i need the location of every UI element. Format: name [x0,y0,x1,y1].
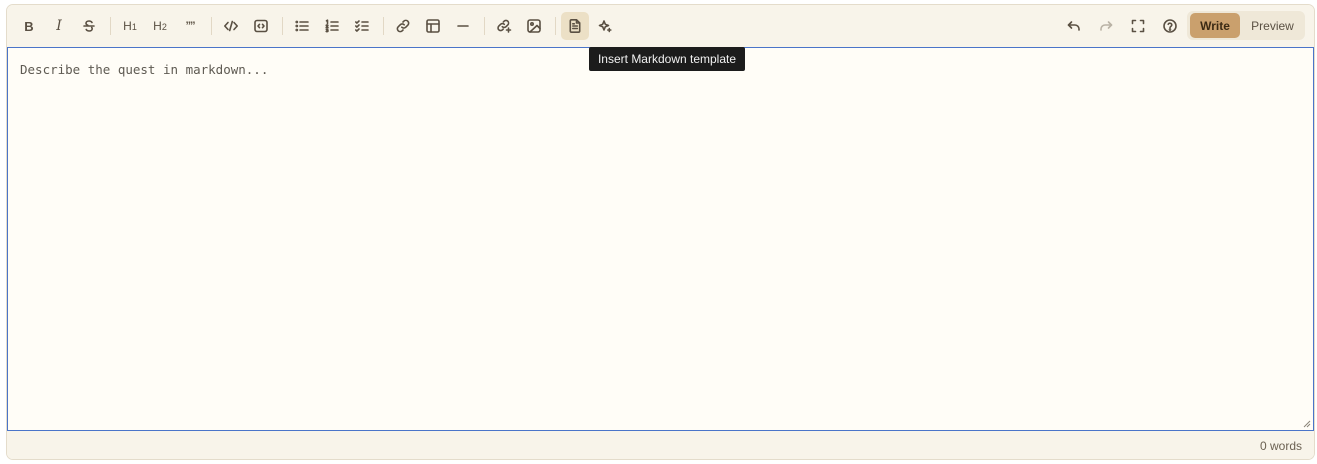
horizontal-rule-icon [457,25,469,27]
toolbar-separator [211,17,212,35]
toolbar-separator [484,17,485,35]
preview-tab[interactable]: Preview [1243,13,1302,38]
insert-template-button[interactable] [561,12,589,40]
bullet-list-icon [295,20,309,32]
italic-button[interactable]: I [45,12,73,40]
document-icon [569,19,581,33]
heading-1-icon: H1 [123,19,137,33]
help-button[interactable] [1156,12,1184,40]
toolbar-separator [282,17,283,35]
bold-button[interactable]: B [15,12,43,40]
undo-icon [1067,21,1080,31]
link-icon [396,19,410,33]
insert-link-button[interactable] [490,12,518,40]
heading-2-icon: H2 [153,19,167,33]
heading-1-button[interactable]: H1 [116,12,144,40]
fullscreen-icon [1131,19,1145,33]
redo-icon [1100,21,1113,31]
editor-toolbar: B I H1 H2 ”” Write Preview [7,5,1314,47]
word-count: 0 words [1259,439,1302,453]
horizontal-rule-button[interactable] [449,12,477,40]
resize-handle-icon[interactable] [1302,419,1311,428]
inline-code-button[interactable] [217,12,245,40]
bold-icon: B [24,18,34,34]
table-button[interactable] [419,12,447,40]
table-icon [426,19,440,33]
fullscreen-button[interactable] [1124,12,1152,40]
markdown-textarea[interactable]: Describe the quest in markdown... [7,47,1314,431]
redo-button[interactable] [1092,12,1120,40]
tooltip: Insert Markdown template [589,47,745,71]
task-list-button[interactable] [348,12,376,40]
quote-button[interactable]: ”” [176,12,204,40]
quote-icon: ”” [185,20,196,32]
link-button[interactable] [389,12,417,40]
undo-button[interactable] [1060,12,1088,40]
strikethrough-button[interactable] [75,12,103,40]
sparkles-icon [598,20,612,33]
image-icon [527,19,541,33]
toolbar-separator [555,17,556,35]
markdown-editor: B I H1 H2 ”” Write Preview Describe the … [6,4,1315,460]
bullet-list-button[interactable] [288,12,316,40]
strikethrough-icon [83,20,95,32]
help-icon [1163,19,1177,33]
task-list-icon [355,20,369,32]
textarea-placeholder: Describe the quest in markdown... [20,62,269,77]
numbered-list-icon [325,19,339,33]
ai-assist-button[interactable] [591,12,619,40]
toolbar-separator [383,17,384,35]
numbered-list-button[interactable] [318,12,346,40]
insert-image-button[interactable] [520,12,548,40]
toolbar-separator [110,17,111,35]
heading-2-button[interactable]: H2 [146,12,174,40]
editor-footer: 0 words [7,431,1314,459]
link-plus-icon [497,19,512,33]
italic-icon: I [56,18,62,34]
write-tab[interactable]: Write [1190,13,1240,38]
mode-toggle: Write Preview [1187,11,1305,40]
code-block-button[interactable] [247,12,275,40]
code-icon [224,20,238,32]
code-block-icon [254,19,268,33]
